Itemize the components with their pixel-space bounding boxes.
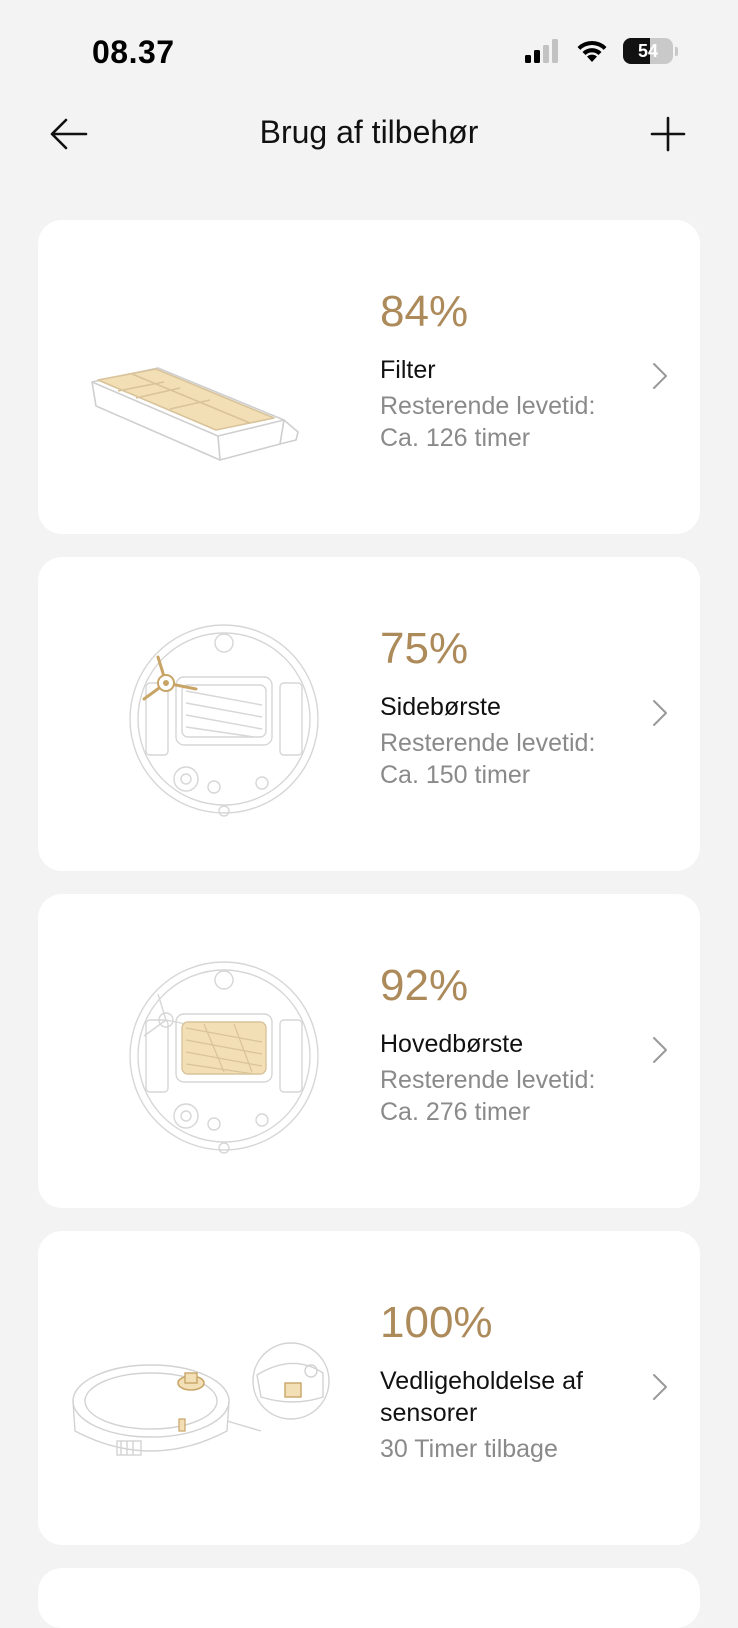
sensor-maintenance-illustration (72, 1342, 330, 1456)
main-brush-illustration (129, 961, 319, 1154)
accessory-name: Sidebørste (380, 693, 501, 721)
filter-illustration (91, 367, 299, 461)
side-brush-illustration (129, 624, 319, 817)
accessory-name: Filter (380, 356, 436, 384)
accessory-card-main-brush[interactable]: 92% Hovedbørste Resterende levetid: Ca. … (38, 894, 700, 1208)
accessory-detail-line: Resterende levetid: (380, 1066, 596, 1094)
accessory-info: 100% Vedligeholdelse af sensorer 30 Time… (380, 1295, 640, 1465)
accessory-info: 84% Filter Resterende levetid: Ca. 126 t… (380, 284, 640, 454)
chevron-right-icon (653, 1374, 667, 1400)
accessory-info: 92% Hovedbørste Resterende levetid: Ca. … (380, 958, 640, 1128)
accessory-detail-line: 30 Timer tilbage (380, 1435, 558, 1463)
add-icon[interactable] (646, 112, 690, 156)
accessory-detail: Resterende levetid: Ca. 276 timer (380, 1064, 640, 1128)
accessory-percent: 84% (380, 287, 469, 336)
status-icons: 54 (525, 38, 678, 64)
accessory-card-partial[interactable] (38, 1568, 700, 1628)
accessory-detail-line: Ca. 126 timer (380, 424, 531, 452)
wifi-icon (577, 40, 607, 62)
page-title: Brug af tilbehør (259, 114, 479, 150)
accessory-name: Hovedbørste (380, 1030, 524, 1058)
accessory-info: 75% Sidebørste Resterende levetid: Ca. 1… (380, 621, 640, 791)
accessory-detail-line: Ca. 276 timer (380, 1098, 531, 1126)
battery-icon: 54 (623, 38, 673, 64)
accessory-detail-line: Ca. 150 timer (380, 761, 531, 789)
accessory-detail-line: Resterende levetid: (380, 392, 596, 420)
accessory-card-sensor-maintenance[interactable]: 100% Vedligeholdelse af sensorer 30 Time… (38, 1231, 700, 1545)
chevron-right-icon (653, 700, 667, 726)
chevron-right-icon (653, 1037, 667, 1063)
accessory-card-side-brush[interactable]: 75% Sidebørste Resterende levetid: Ca. 1… (38, 557, 700, 871)
cellular-signal-icon (525, 39, 558, 63)
status-time: 08.37 (92, 34, 175, 70)
accessory-detail: Resterende levetid: Ca. 126 timer (380, 390, 640, 454)
nav-bar: Brug af tilbehør (0, 100, 738, 170)
accessory-card-filter[interactable]: 84% Filter Resterende levetid: Ca. 126 t… (38, 220, 700, 534)
battery-percent: 54 (637, 40, 659, 61)
battery-tip (675, 46, 678, 56)
accessory-name: Vedligeholdelse af sensorer (380, 1367, 583, 1427)
accessory-detail: 30 Timer tilbage (380, 1433, 640, 1465)
chevron-right-icon (653, 363, 667, 389)
accessory-percent: 100% (380, 1298, 493, 1347)
accessory-percent: 92% (380, 961, 469, 1010)
accessory-detail: Resterende levetid: Ca. 150 timer (380, 727, 640, 791)
status-bar: 08.37 54 (0, 0, 738, 100)
accessory-percent: 75% (380, 624, 469, 673)
accessory-detail-line: Resterende levetid: (380, 729, 596, 757)
